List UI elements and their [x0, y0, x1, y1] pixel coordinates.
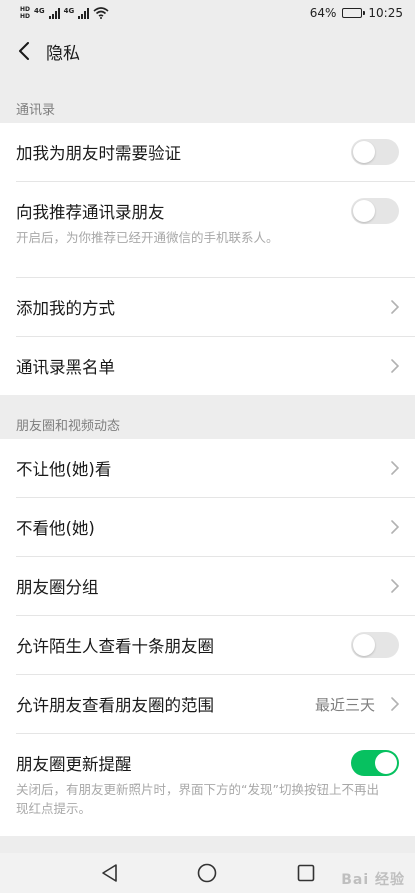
- row-recommend-contacts: 向我推荐通讯录朋友 开启后，为你推荐已经开通微信的手机联系人。: [0, 182, 415, 277]
- row-view-range[interactable]: 允许朋友查看朋友圈的范围 最近三天: [0, 675, 415, 733]
- circle-home-icon: [198, 863, 217, 883]
- row-label: 加我为朋友时需要验证: [16, 144, 181, 163]
- recommend-contacts-toggle[interactable]: [351, 198, 399, 224]
- chevron-right-icon: [385, 459, 399, 477]
- row-blacklist[interactable]: 通讯录黑名单: [0, 337, 415, 395]
- net2-label: 4G: [63, 7, 75, 15]
- row-label: 允许陌生人查看十条朋友圈: [16, 637, 214, 656]
- wifi-icon: [93, 7, 109, 19]
- row-hide-from[interactable]: 不让他(她)看: [0, 439, 415, 497]
- triangle-back-icon: [102, 864, 117, 882]
- signal-icon: [48, 7, 60, 19]
- chevron-right-icon: [385, 357, 399, 375]
- stranger-view-toggle[interactable]: [351, 632, 399, 658]
- row-label: 朋友圈更新提醒: [16, 755, 132, 774]
- system-recents-button[interactable]: [291, 858, 321, 888]
- row-verify-friend: 加我为朋友时需要验证: [0, 123, 415, 181]
- row-description: 开启后，为你推荐已经开通微信的手机联系人。: [16, 230, 279, 245]
- contacts-group: 加我为朋友时需要验证 向我推荐通讯录朋友 开启后，为你推荐已经开通微信的手机联系…: [0, 123, 415, 395]
- view-range-value: 最近三天: [314, 695, 375, 714]
- row-hide-their[interactable]: 不看他(她): [0, 498, 415, 556]
- row-stranger-view: 允许陌生人查看十条朋友圈: [0, 616, 415, 674]
- battery-icon: [342, 8, 366, 18]
- row-label: 向我推荐通讯录朋友: [16, 203, 165, 222]
- row-label: 不让他(她)看: [16, 460, 112, 479]
- chevron-right-icon: [385, 298, 399, 316]
- row-label: 允许朋友查看朋友圈的范围: [16, 696, 214, 715]
- section-header-contacts: 通讯录: [16, 103, 56, 118]
- clock: 10:25: [368, 6, 403, 20]
- row-label: 不看他(她): [16, 519, 95, 538]
- sim-indicator: HD HD: [20, 6, 30, 20]
- row-label: 通讯录黑名单: [16, 358, 115, 377]
- net1-label: 4G: [34, 7, 45, 15]
- back-button[interactable]: [4, 26, 44, 76]
- section-header-moments: 朋友圈和视频动态: [16, 419, 121, 434]
- row-label: 朋友圈分组: [16, 578, 99, 597]
- update-reminder-toggle[interactable]: [351, 750, 399, 776]
- system-home-button[interactable]: [192, 858, 222, 888]
- row-moments-groups[interactable]: 朋友圈分组: [0, 557, 415, 615]
- row-add-methods[interactable]: 添加我的方式: [0, 278, 415, 336]
- watermark: Bai 经验: [341, 872, 405, 888]
- battery-percent: 64%: [309, 6, 337, 20]
- status-right: 64% 10:25: [310, 6, 403, 20]
- verify-friend-toggle[interactable]: [351, 139, 399, 165]
- chevron-right-icon: [385, 695, 399, 713]
- sim2-label: HD: [20, 13, 31, 20]
- sim1-label: HD: [20, 6, 31, 13]
- row-update-reminder: 朋友圈更新提醒 关闭后，有朋友更新照片时，界面下方的“发现”切换按钮上不再出现红…: [0, 734, 415, 836]
- status-bar: HD HD 4G 4G 64% 10:25: [0, 0, 415, 26]
- moments-group: 不让他(她)看 不看他(她) 朋友圈分组 允许陌生人查看十条朋友圈 允许朋友查看…: [0, 439, 415, 836]
- chevron-right-icon: [385, 518, 399, 536]
- signal-icon: [78, 7, 90, 19]
- status-left: HD HD 4G 4G: [20, 6, 109, 20]
- square-recents-icon: [297, 864, 315, 882]
- chevron-right-icon: [385, 577, 399, 595]
- row-label: 添加我的方式: [16, 299, 115, 318]
- back-arrow-icon: [19, 42, 29, 60]
- nav-bar: 隐私: [0, 26, 415, 76]
- page-title: 隐私: [46, 43, 80, 64]
- row-description: 关闭后，有朋友更新照片时，界面下方的“发现”切换按钮上不再出现红点提示。: [16, 782, 379, 816]
- system-back-button[interactable]: [94, 858, 124, 888]
